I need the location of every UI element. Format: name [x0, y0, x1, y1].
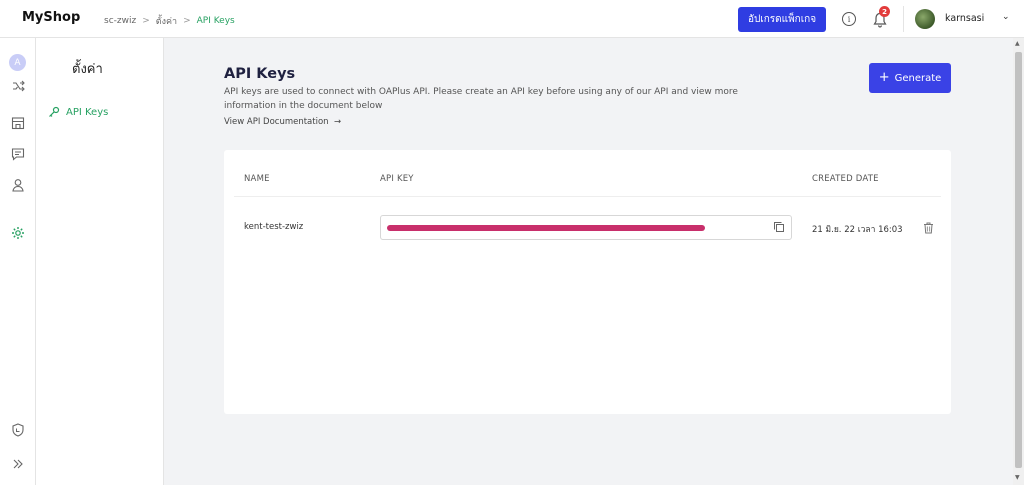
shop-avatar[interactable]: A — [9, 54, 26, 71]
sidebar-item-api-keys[interactable]: API Keys — [48, 106, 108, 118]
breadcrumb-item-settings[interactable]: ตั้งค่า — [156, 14, 177, 28]
column-header-created-date: CREATED DATE — [812, 174, 879, 184]
gear-icon[interactable] — [10, 225, 26, 241]
api-documentation-link-label: View API Documentation — [224, 117, 329, 127]
icon-rail: A — [0, 38, 36, 485]
chevron-right-icon: > — [142, 16, 150, 26]
column-header-name: NAME — [244, 174, 270, 184]
redacted-api-key — [387, 225, 705, 231]
column-header-api-key: API KEY — [380, 174, 414, 184]
page-description: API keys are used to connect with OAPlus… — [224, 87, 738, 111]
api-key-name: kent-test-zwiz — [244, 222, 304, 232]
key-icon — [49, 106, 60, 117]
info-icon[interactable]: i — [842, 12, 856, 26]
scroll-down-arrow-icon[interactable]: ▼ — [1015, 474, 1020, 481]
notification-badge: 2 — [879, 6, 890, 17]
breadcrumb-item-current: API Keys — [196, 16, 235, 26]
store-icon[interactable] — [10, 115, 26, 131]
generate-button-label: Generate — [894, 72, 942, 84]
breadcrumb-item-shop[interactable]: sc-zwiz — [104, 16, 136, 26]
created-date: 21 มิ.ย. 22 เวลา 16:03 — [812, 225, 903, 235]
app-logo[interactable]: MyShop — [22, 10, 80, 25]
api-key-field[interactable] — [380, 215, 792, 240]
upgrade-package-button[interactable]: อัปเกรดแพ็กเกจ — [738, 7, 826, 32]
header-divider — [234, 196, 941, 197]
username[interactable]: karnsasi — [945, 13, 984, 24]
scrollbar[interactable]: ▲ ▼ — [1013, 38, 1024, 485]
user-icon[interactable] — [10, 177, 26, 193]
shuffle-icon[interactable] — [10, 78, 26, 94]
divider — [903, 6, 904, 32]
shield-icon[interactable] — [10, 422, 26, 438]
settings-sidebar: ตั้งค่า API Keys — [36, 38, 164, 485]
page-title: API Keys — [224, 66, 296, 82]
user-avatar[interactable] — [915, 9, 935, 29]
generate-button[interactable]: + Generate — [869, 63, 951, 93]
sidebar-item-label: API Keys — [66, 106, 109, 118]
top-bar: MyShop sc-zwiz > ตั้งค่า > API Keys อัปเ… — [0, 0, 1024, 38]
api-documentation-link[interactable]: View API Documentation → — [224, 117, 341, 127]
api-keys-table: NAME API KEY CREATED DATE kent-test-zwiz… — [224, 150, 951, 414]
plus-icon: + — [878, 70, 890, 85]
scrollbar-thumb[interactable] — [1015, 52, 1022, 468]
trash-icon[interactable] — [923, 222, 934, 234]
scroll-up-arrow-icon[interactable]: ▲ — [1015, 40, 1020, 47]
breadcrumb: sc-zwiz > ตั้งค่า > API Keys — [104, 14, 235, 28]
chevron-right-icon: > — [183, 16, 191, 26]
chat-icon[interactable] — [10, 146, 26, 162]
arrow-right-icon: → — [331, 117, 342, 127]
copy-icon[interactable] — [773, 221, 785, 233]
chevron-down-icon[interactable]: ⌄ — [1002, 12, 1010, 22]
expand-double-chevron-icon[interactable] — [10, 456, 26, 472]
sidebar-title: ตั้งค่า — [72, 62, 103, 77]
